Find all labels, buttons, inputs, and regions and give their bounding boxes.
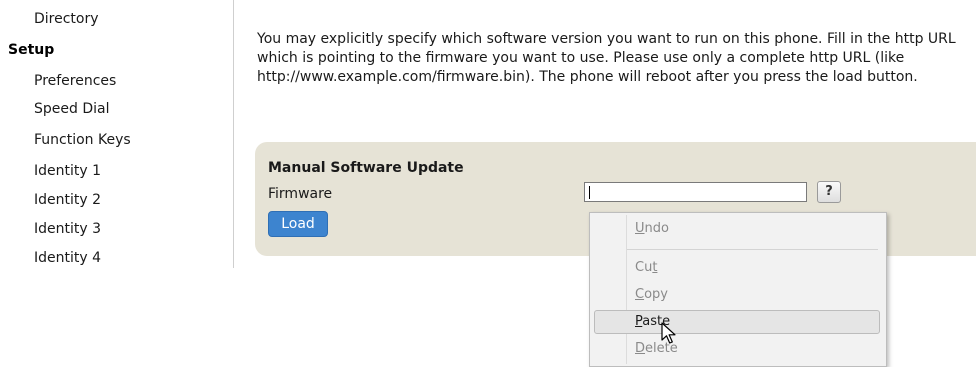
sidebar-item-identity-2[interactable]: Identity 2 — [34, 191, 101, 209]
sidebar-section-setup[interactable]: Setup — [8, 41, 54, 59]
menu-separator — [627, 249, 878, 250]
sidebar-item-speed-dial[interactable]: Speed Dial — [34, 100, 109, 118]
menu-item-delete[interactable]: Delete — [594, 337, 880, 361]
sidebar-item-identity-3[interactable]: Identity 3 — [34, 220, 101, 238]
sidebar-item-directory[interactable]: Directory — [34, 10, 99, 28]
menu-item-copy[interactable]: Copy — [594, 283, 880, 307]
sidebar-item-identity-1[interactable]: Identity 1 — [34, 162, 101, 180]
menu-item-paste[interactable]: Paste — [594, 310, 880, 334]
intro-paragraph: You may explicitly specify which softwar… — [257, 31, 956, 85]
context-menu: Undo Cut Copy Paste Delete — [589, 212, 887, 367]
menu-item-label: Undo — [635, 221, 669, 236]
text-caret — [589, 186, 590, 199]
menu-item-cut[interactable]: Cut — [594, 256, 880, 280]
help-question-icon[interactable]: ? — [817, 181, 841, 203]
load-button[interactable]: Load — [268, 211, 328, 237]
sidebar-item-function-keys[interactable]: Function Keys — [34, 131, 131, 149]
menu-item-undo[interactable]: Undo — [594, 217, 880, 241]
sidebar-nav: Directory Setup Preferences Speed Dial F… — [0, 0, 234, 268]
sidebar-item-identity-4[interactable]: Identity 4 — [34, 249, 101, 267]
mouse-pointer-icon — [661, 322, 676, 344]
firmware-url-input[interactable] — [584, 182, 807, 202]
firmware-label: Firmware — [268, 186, 333, 202]
menu-item-label: Copy — [635, 287, 668, 302]
panel-title: Manual Software Update — [268, 160, 464, 176]
sidebar-item-preferences[interactable]: Preferences — [34, 72, 116, 90]
menu-item-label: Cut — [635, 260, 658, 275]
